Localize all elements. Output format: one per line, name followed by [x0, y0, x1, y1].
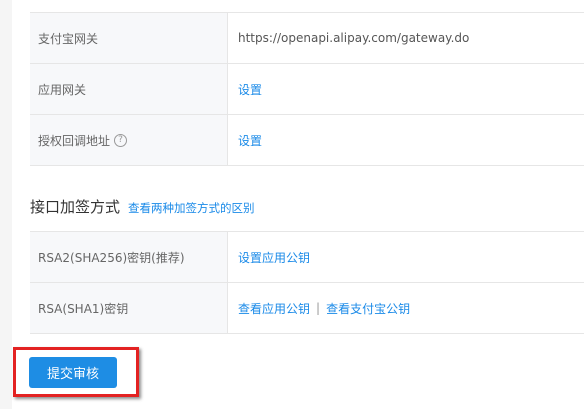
app-gateway-value-cell: 设置: [238, 64, 584, 114]
auth-callback-set-link[interactable]: 设置: [238, 132, 262, 149]
table-row-rsa: RSA(SHA1)密钥 查看应用公钥 | 查看支付宝公钥: [30, 283, 584, 334]
app-gateway-label: 应用网关: [30, 64, 228, 114]
table-row-rsa2: RSA2(SHA256)密钥(推荐) 设置应用公钥: [30, 232, 584, 283]
app-gateway-set-link[interactable]: 设置: [238, 81, 262, 98]
signing-key-table: RSA2(SHA256)密钥(推荐) 设置应用公钥 RSA(SHA1)密钥 查看…: [30, 231, 584, 334]
auth-callback-label-cell: 授权回调地址 ?: [30, 115, 228, 165]
table-row-app-gateway: 应用网关 设置: [30, 64, 584, 115]
view-alipay-public-key-link[interactable]: 查看支付宝公钥: [326, 300, 410, 317]
rsa-key-label: RSA(SHA1)密钥: [30, 283, 228, 333]
signing-method-header: 接口加签方式 查看两种加签方式的区别: [30, 196, 255, 217]
link-separator: |: [316, 301, 321, 315]
highlight-box: [13, 347, 139, 397]
auth-callback-label: 授权回调地址: [38, 133, 111, 148]
compare-signing-methods-link[interactable]: 查看两种加签方式的区别: [128, 200, 255, 216]
alipay-gateway-label: 支付宝网关: [30, 13, 228, 63]
set-app-public-key-link[interactable]: 设置应用公钥: [238, 249, 310, 266]
question-circle-icon[interactable]: ?: [114, 133, 128, 147]
alipay-gateway-url: https://openapi.alipay.com/gateway.do: [238, 31, 470, 45]
rsa2-key-label: RSA2(SHA256)密钥(推荐): [30, 232, 228, 282]
auth-callback-value-cell: 设置: [238, 115, 584, 165]
signing-method-title: 接口加签方式: [30, 198, 121, 216]
rsa-value-cell: 查看应用公钥 | 查看支付宝公钥: [238, 283, 584, 333]
view-app-public-key-link[interactable]: 查看应用公钥: [238, 300, 310, 317]
gateway-config-table: 支付宝网关 https://openapi.alipay.com/gateway…: [30, 12, 584, 166]
table-row-alipay-gateway: 支付宝网关 https://openapi.alipay.com/gateway…: [30, 13, 584, 64]
table-row-auth-callback: 授权回调地址 ? 设置: [30, 115, 584, 166]
rsa2-value-cell: 设置应用公钥: [238, 232, 584, 282]
